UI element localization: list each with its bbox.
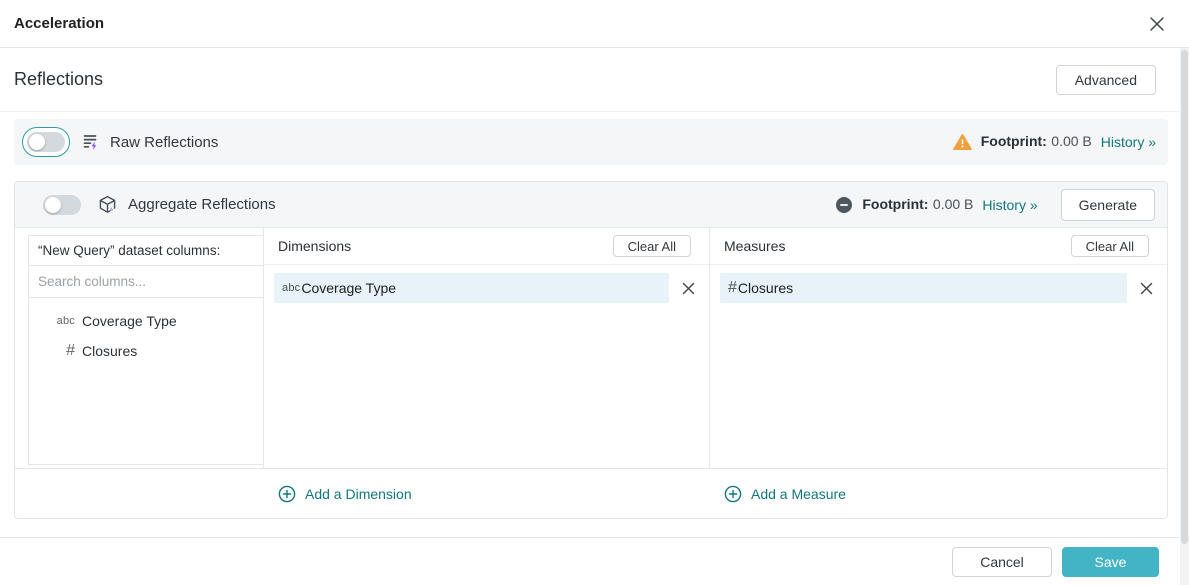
dataset-columns-header: “New Query” dataset columns: [29,236,263,266]
vertical-scrollbar[interactable] [1180,48,1189,585]
raw-footprint-value: 0.00 B [1051,133,1091,149]
dataset-columns-panel: “New Query” dataset columns: abc Coverag… [15,228,264,468]
dimensions-title: Dimensions [278,238,351,254]
dataset-columns-list: abc Coverage Type # Closures [29,298,263,366]
dimensions-clear-all-button[interactable]: Clear All [613,235,691,257]
acceleration-dialog: Acceleration Reflections Advanced [0,0,1189,585]
save-button[interactable]: Save [1062,547,1159,577]
raw-footprint-label: Footprint: [981,133,1047,149]
warning-icon [953,133,972,151]
list-item-label: Coverage Type [82,313,177,329]
aggregate-content: “New Query” dataset columns: abc Coverag… [15,228,1167,468]
measure-chip-row: # Closures [720,273,1157,303]
close-button[interactable] [1145,12,1169,36]
dialog-title: Acceleration [14,15,104,32]
disabled-minus-icon [835,196,853,214]
list-item-label: Closures [82,343,137,359]
measures-clear-all-button[interactable]: Clear All [1071,235,1149,257]
number-type-icon: # [55,342,75,360]
raw-reflections-label: Raw Reflections [110,134,218,151]
aggregate-reflection-icon [97,194,118,215]
dimension-chip-row: abc Coverage Type [274,273,699,303]
text-type-icon: abc [55,315,75,327]
measures-header-row: Measures Clear All [710,228,1167,265]
dimensions-header-row: Dimensions Clear All [264,228,709,265]
aggregate-reflections-toggle[interactable] [43,195,81,215]
text-type-icon: abc [282,282,300,294]
aggregate-reflections-label: Aggregate Reflections [128,196,276,213]
plus-circle-icon [278,485,296,503]
close-icon [1148,15,1166,33]
raw-toggle-focus-ring [22,127,70,157]
add-measure-label: Add a Measure [751,486,846,502]
reflections-header-row: Reflections Advanced [0,48,1179,112]
dialog-header: Acceleration [0,0,1189,48]
raw-reflections-panel: Raw Reflections Footprint: 0.00 B Histor… [14,119,1168,165]
list-item-closures[interactable]: # Closures [29,336,263,366]
advanced-button[interactable]: Advanced [1056,65,1156,95]
raw-reflections-toggle[interactable] [27,132,65,152]
dialog-footer: Cancel Save [0,537,1179,585]
remove-measure-button[interactable] [1135,277,1157,299]
aggregate-footprint-value: 0.00 B [933,196,973,212]
dimensions-column: Dimensions Clear All abc Coverage Type [264,228,710,468]
dimension-chip-label: Coverage Type [301,280,396,296]
raw-reflection-icon [80,132,100,152]
remove-dimension-button[interactable] [677,277,699,299]
raw-history-link[interactable]: History » [1101,134,1156,150]
measures-column: Measures Clear All # Closures [710,228,1167,468]
aggregate-footer-row: Add a Dimension Add a Measure [15,468,1167,519]
scrollbar-thumb[interactable] [1181,50,1188,544]
aggregate-reflections-section: Aggregate Reflections Footprint: 0.00 B … [14,181,1168,519]
aggregate-footprint-label: Footprint: [862,196,928,212]
measures-title: Measures [724,238,785,254]
number-type-icon: # [728,279,737,297]
plus-circle-icon [724,485,742,503]
generate-button[interactable]: Generate [1061,189,1155,221]
search-columns-input[interactable] [29,266,263,298]
measure-chip-label: Closures [738,280,793,296]
add-measure-link[interactable]: Add a Measure [724,485,846,503]
measure-chip-closures[interactable]: # Closures [720,273,1127,303]
add-dimension-link[interactable]: Add a Dimension [278,485,412,503]
aggregate-header-row: Aggregate Reflections Footprint: 0.00 B … [15,182,1167,228]
aggregate-history-link[interactable]: History » [982,197,1037,213]
dataset-columns-box: “New Query” dataset columns: abc Coverag… [28,235,264,465]
dimension-chip-coverage-type[interactable]: abc Coverage Type [274,273,669,303]
list-item-coverage-type[interactable]: abc Coverage Type [29,306,263,336]
cancel-button[interactable]: Cancel [952,547,1052,577]
reflections-heading: Reflections [14,69,103,90]
add-dimension-label: Add a Dimension [305,486,412,502]
